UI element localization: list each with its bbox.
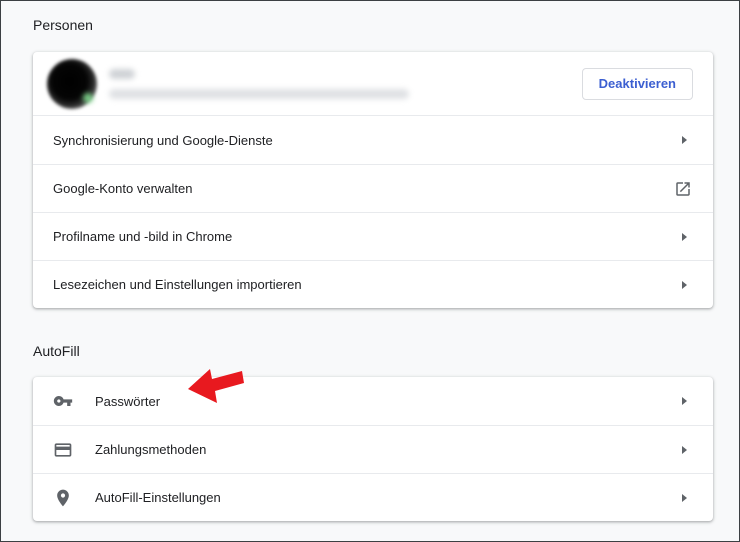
payment-methods-label: Zahlungsmethoden (95, 442, 207, 457)
location-pin-icon (53, 488, 73, 508)
open-in-new-icon (673, 179, 693, 199)
passwords-item[interactable]: Passwörter (33, 377, 713, 425)
account-row: Deaktivieren (33, 52, 713, 116)
profile-name-picture-label: Profilname und -bild in Chrome (53, 229, 233, 244)
section-title-autofill: AutoFill (33, 343, 80, 359)
profile-name-picture-item[interactable]: Profilname und -bild in Chrome (33, 212, 713, 260)
sync-google-services-item[interactable]: Synchronisierung und Google-Dienste (33, 116, 713, 164)
import-bookmarks-settings-label: Lesezeichen und Einstellungen importiere… (53, 277, 302, 292)
section-title-personen: Personen (33, 17, 93, 33)
account-info-redacted (109, 68, 582, 99)
credit-card-icon (53, 440, 73, 460)
passwords-label: Passwörter (95, 393, 161, 409)
arrow-right-icon (682, 232, 687, 241)
arrow-right-icon (682, 280, 687, 289)
manage-google-account-label: Google-Konto verwalten (53, 181, 193, 196)
personen-card: Deaktivieren Synchronisierung und Google… (33, 52, 713, 308)
account-name-redacted (109, 68, 135, 79)
red-annotation-arrow-icon (188, 369, 244, 403)
arrow-right-icon (682, 397, 687, 405)
payment-methods-item[interactable]: Zahlungsmethoden (33, 425, 713, 473)
arrow-right-icon (682, 445, 687, 454)
avatar (47, 58, 97, 109)
arrow-right-icon (682, 493, 687, 502)
deactivate-button[interactable]: Deaktivieren (581, 67, 693, 100)
account-email-redacted (109, 88, 409, 99)
arrow-right-icon (682, 136, 687, 144)
autofill-settings-item[interactable]: AutoFill-Einstellungen (33, 473, 713, 521)
import-bookmarks-settings-item[interactable]: Lesezeichen und Einstellungen importiere… (33, 260, 713, 308)
key-icon (53, 391, 73, 411)
sync-google-services-label: Synchronisierung und Google-Dienste (53, 132, 273, 148)
autofill-settings-label: AutoFill-Einstellungen (95, 490, 221, 505)
manage-google-account-item[interactable]: Google-Konto verwalten (33, 164, 713, 212)
autofill-card: Passwörter Zahlungsmethoden AutoFill-Ein… (33, 377, 713, 521)
